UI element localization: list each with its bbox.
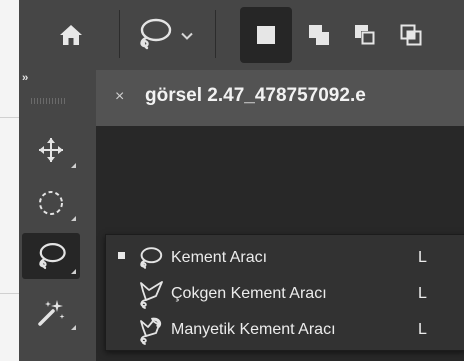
menu-item-shortcut: L (418, 249, 427, 266)
lasso-tool[interactable] (22, 233, 80, 279)
marquee-tool[interactable] (22, 180, 80, 226)
intersect-selection-icon (400, 24, 422, 46)
document-title: görsel 2.47_478757092.e (145, 85, 366, 106)
new-selection-button[interactable] (240, 7, 292, 63)
lasso-tool-flyout-menu: Kement Aracı L Çokgen Kement Aracı L Man… (105, 234, 464, 351)
home-button[interactable] (53, 20, 89, 50)
menu-item-label: Manyetik Kement Aracı (171, 321, 336, 338)
toolbox: ›› (19, 70, 97, 361)
menu-item-lasso-tool[interactable]: Kement Aracı L (106, 241, 464, 275)
photoshop-window: ›› × görsel 2.47_478757092.e Kement Arac… (19, 0, 464, 361)
lasso-icon (140, 18, 172, 50)
magnetic-lasso-icon (140, 317, 162, 345)
chevron-down-icon (181, 32, 193, 40)
divider (0, 117, 19, 118)
move-tool[interactable] (22, 127, 80, 173)
close-tab-button[interactable]: × (115, 88, 124, 106)
elliptical-marquee-icon (39, 191, 63, 215)
intersect-selection-button[interactable] (394, 17, 428, 53)
menu-item-shortcut: L (418, 321, 427, 338)
divider (0, 293, 19, 294)
menu-item-shortcut: L (418, 285, 427, 302)
polygonal-lasso-icon (140, 281, 163, 309)
menu-item-magnetic-lasso-tool[interactable]: Manyetik Kement Aracı L (106, 313, 464, 347)
options-bar (19, 0, 464, 70)
selected-indicator (118, 252, 125, 259)
add-to-selection-button[interactable] (302, 17, 336, 53)
lasso-icon (39, 242, 66, 270)
home-icon (60, 25, 82, 45)
menu-item-polygonal-lasso-tool[interactable]: Çokgen Kement Aracı L (106, 277, 464, 311)
new-selection-icon (257, 26, 275, 44)
document-tab[interactable]: × görsel 2.47_478757092.e (96, 70, 464, 126)
subtract-from-selection-button[interactable] (348, 17, 382, 53)
subtract-from-selection-icon (355, 25, 375, 45)
page-background (0, 0, 19, 361)
toolbox-grip[interactable] (31, 98, 67, 104)
menu-item-label: Çokgen Kement Aracı (171, 285, 327, 302)
preset-dropdown[interactable] (177, 27, 197, 45)
move-icon (39, 138, 63, 162)
collapse-toolbox-button[interactable]: ›› (22, 72, 28, 84)
tool-preset-picker[interactable] (132, 14, 176, 54)
magic-wand-tool[interactable] (22, 289, 80, 335)
menu-item-label: Kement Aracı (171, 249, 268, 266)
add-to-selection-icon (309, 25, 329, 45)
magic-wand-icon (38, 300, 65, 326)
lasso-icon (140, 247, 163, 269)
